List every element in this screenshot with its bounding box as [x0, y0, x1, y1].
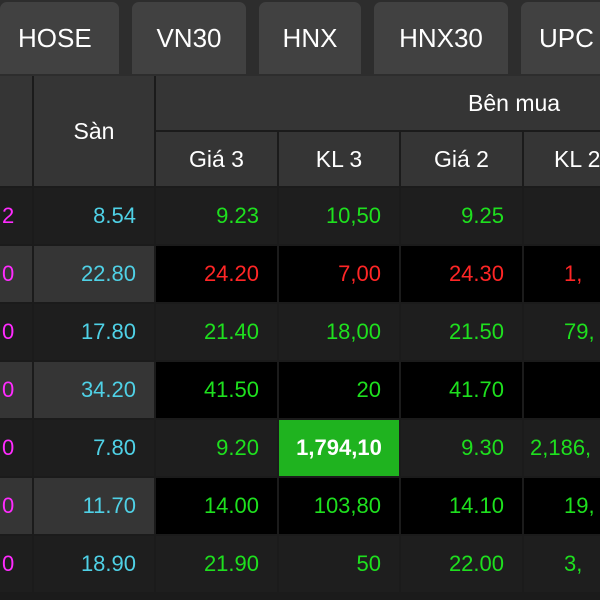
- cell-floor: 17.80: [34, 304, 154, 360]
- cell-gia-3: 14.00: [156, 478, 277, 534]
- tab-hose[interactable]: HOSE: [0, 2, 119, 74]
- cell-floor: 8.54: [34, 188, 154, 244]
- cell-floor: 7.80: [34, 420, 154, 476]
- header-floor: Sàn: [34, 76, 154, 186]
- header-buy-side: Bên mua: [156, 76, 600, 130]
- cell-gia-2: 41.70: [401, 362, 522, 418]
- cell-gia-3: 24.20: [156, 246, 277, 302]
- price-board: Sàn Bên mua Giá 3 KL 3 Giá 2 KL 2 2 8.54 9…: [0, 76, 600, 600]
- header-gia-2: Giá 2: [401, 132, 522, 186]
- cell-gia-2: 22.00: [401, 536, 522, 592]
- cell-gia-3: 21.90: [156, 536, 277, 592]
- header-kl-2: KL 2: [524, 132, 600, 186]
- header-prev-column: [0, 76, 32, 186]
- cell-prev: 2: [0, 188, 32, 244]
- tab-upcom[interactable]: UPC: [521, 2, 600, 74]
- cell-kl-2: 79,: [524, 304, 600, 360]
- cell-prev: 0: [0, 478, 32, 534]
- cell-prev: 0: [0, 304, 32, 360]
- cell-kl-3: 7,00: [279, 246, 399, 302]
- tab-vn30[interactable]: VN30: [132, 2, 246, 74]
- cell-gia-3: 9.20: [156, 420, 277, 476]
- cell-gia-2: 14.10: [401, 478, 522, 534]
- tab-hnx30[interactable]: HNX30: [374, 2, 508, 74]
- cell-kl-2: 3,: [524, 536, 600, 592]
- cell-gia-2: 9.30: [401, 420, 522, 476]
- cell-kl-2: [524, 362, 600, 418]
- cell-gia-2: 9.25: [401, 188, 522, 244]
- cell-floor: 34.20: [34, 362, 154, 418]
- cell-gia-3: 9.23: [156, 188, 277, 244]
- cell-kl-3: 20: [279, 362, 399, 418]
- cell-gia-3: 21.40: [156, 304, 277, 360]
- cell-prev: 0: [0, 362, 32, 418]
- cell-gia-2: 24.30: [401, 246, 522, 302]
- header-kl-3: KL 3: [279, 132, 399, 186]
- cell-kl-2: 1,: [524, 246, 600, 302]
- cell-prev: 0: [0, 246, 32, 302]
- cell-kl-2: 19,: [524, 478, 600, 534]
- market-tabs: HOSE VN30 HNX HNX30 UPC: [0, 0, 600, 76]
- cell-kl-3: 103,80: [279, 478, 399, 534]
- cell-floor: 22.80: [34, 246, 154, 302]
- cell-kl-3: 18,00: [279, 304, 399, 360]
- cell-prev: 0: [0, 420, 32, 476]
- tab-hnx[interactable]: HNX: [259, 2, 361, 74]
- cell-gia-3: 41.50: [156, 362, 277, 418]
- header-gia-3: Giá 3: [156, 132, 277, 186]
- cell-kl-3: 10,50: [279, 188, 399, 244]
- cell-prev: 0: [0, 536, 32, 592]
- cell-floor: 11.70: [34, 478, 154, 534]
- cell-kl-3: 1,794,10: [279, 420, 399, 476]
- cell-kl-2: 2,186,: [524, 420, 600, 476]
- cell-floor: 18.90: [34, 536, 154, 592]
- cell-kl-2: [524, 188, 600, 244]
- cell-kl-3: 50: [279, 536, 399, 592]
- cell-gia-2: 21.50: [401, 304, 522, 360]
